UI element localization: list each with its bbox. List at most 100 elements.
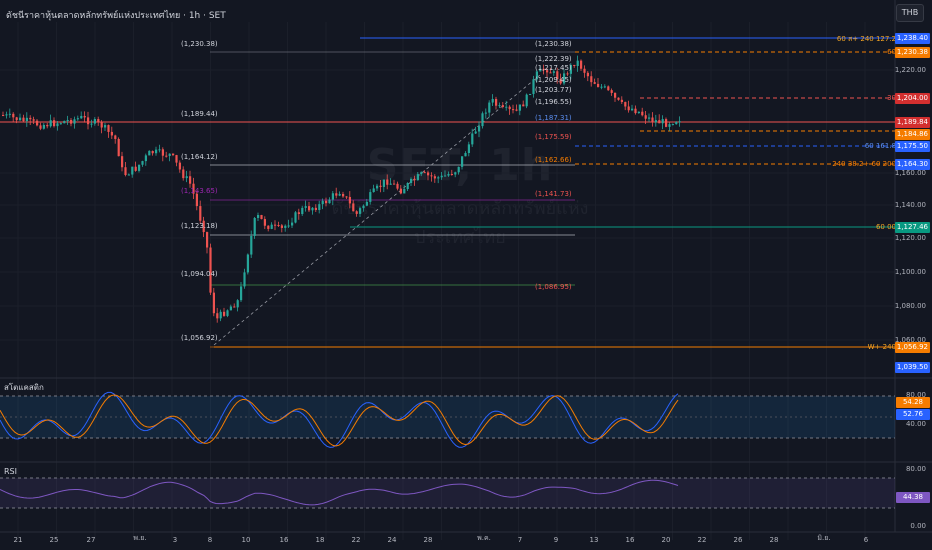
candle-body	[148, 151, 151, 156]
candle-body	[277, 225, 280, 227]
candle-body	[427, 172, 430, 176]
candle-body	[42, 124, 45, 129]
price-axis-label: 1,140.00	[894, 201, 926, 209]
stoch-tag: 54.28	[896, 397, 930, 408]
candle-body	[263, 219, 266, 226]
fib-label: (1,203.77)	[535, 86, 572, 94]
candle-body	[124, 167, 127, 175]
price-tag: 1,189.84	[894, 117, 930, 128]
candle-body	[512, 109, 515, 111]
candle-body	[131, 166, 134, 175]
date-label: 22	[697, 536, 707, 544]
candle-body	[294, 212, 297, 223]
candle-body	[8, 113, 11, 115]
candle-body	[49, 120, 52, 127]
candle-body	[195, 193, 198, 207]
stoch-tag: 52.76	[896, 409, 930, 420]
date-label: 22	[351, 536, 361, 544]
candle-body	[127, 174, 130, 176]
candle-body	[19, 117, 22, 121]
candle-body	[464, 152, 467, 157]
price-tag: 1,184.86	[894, 129, 930, 140]
fib-label: (1,086.95)	[535, 283, 572, 291]
candle-body	[634, 108, 637, 114]
candle-body	[270, 224, 273, 229]
date-label: 18	[315, 536, 325, 544]
candle-body	[386, 179, 389, 185]
candle-body	[291, 222, 294, 226]
candle-body	[165, 155, 168, 157]
candle-body	[627, 106, 630, 111]
candle-body	[107, 125, 110, 132]
date-label: 25	[49, 536, 59, 544]
candle-body	[304, 206, 307, 208]
stoch-axis-label: 40.00	[905, 420, 926, 428]
candle-body	[491, 98, 494, 103]
fib-label: (1,141.73)	[535, 190, 572, 198]
candle-body	[488, 102, 491, 113]
candle-body	[246, 254, 249, 273]
price-tag: 1,230.38	[894, 47, 930, 58]
candle-body	[287, 225, 290, 227]
fib-label: (1,164.12)	[181, 153, 218, 161]
price-axis-label: 1,160.00	[894, 169, 926, 177]
candle-body	[12, 113, 15, 118]
price-axis-label: 1,100.00	[894, 268, 926, 276]
candle-body	[614, 92, 617, 98]
candle-body	[233, 306, 236, 308]
price-chart[interactable]	[0, 0, 932, 550]
rsi-axis-label: 0.00	[910, 522, 926, 530]
candle-body	[457, 166, 460, 173]
candle-body	[461, 156, 464, 167]
candle-body	[484, 112, 487, 114]
candle-body	[376, 185, 379, 189]
candle-body	[141, 161, 144, 165]
level-label: 60 00	[875, 223, 896, 231]
fib-label: (1,230.38)	[535, 40, 572, 48]
candle-body	[610, 90, 613, 93]
candle-body	[253, 217, 256, 236]
candle-body	[121, 156, 124, 168]
candle-body	[223, 311, 226, 316]
candle-body	[654, 120, 657, 123]
fib-label: (1,162.66)	[535, 156, 572, 164]
level-label: W+ 240	[867, 343, 896, 351]
fib-label: (1,094.04)	[181, 270, 218, 278]
rsi-label: RSI	[4, 467, 17, 476]
candle-body	[22, 117, 25, 122]
candle-body	[284, 225, 287, 228]
candle-body	[56, 123, 59, 127]
candle-body	[590, 76, 593, 83]
candle-body	[474, 131, 477, 134]
candle-body	[515, 109, 518, 111]
candle-body	[495, 98, 498, 106]
date-label: 3	[172, 536, 178, 544]
candle-body	[185, 176, 188, 179]
candle-body	[501, 105, 504, 107]
candle-body	[508, 106, 511, 110]
rsi-indicator	[0, 477, 895, 509]
candle-body	[110, 131, 113, 136]
candle-body	[658, 120, 661, 124]
candle-body	[454, 172, 457, 175]
date-label: 28	[423, 536, 433, 544]
candle-body	[182, 169, 185, 179]
candle-body	[399, 188, 402, 194]
candle-body	[597, 83, 600, 87]
candle-body	[70, 119, 73, 124]
candle-body	[161, 149, 164, 156]
candle-body	[413, 178, 416, 181]
date-label: มิ.ย.	[817, 534, 831, 542]
candle-body	[389, 183, 392, 185]
candle-body	[219, 311, 222, 319]
candle-body	[444, 175, 447, 177]
candle-body	[522, 104, 525, 107]
candle-body	[576, 60, 579, 66]
candle-body	[379, 185, 382, 187]
candle-body	[250, 235, 253, 255]
price-tag: 1,238.40	[894, 33, 930, 44]
price-axis-label: 1,120.00	[894, 234, 926, 242]
candle-body	[661, 119, 664, 124]
candle-body	[36, 120, 39, 126]
candle-body	[433, 176, 436, 179]
